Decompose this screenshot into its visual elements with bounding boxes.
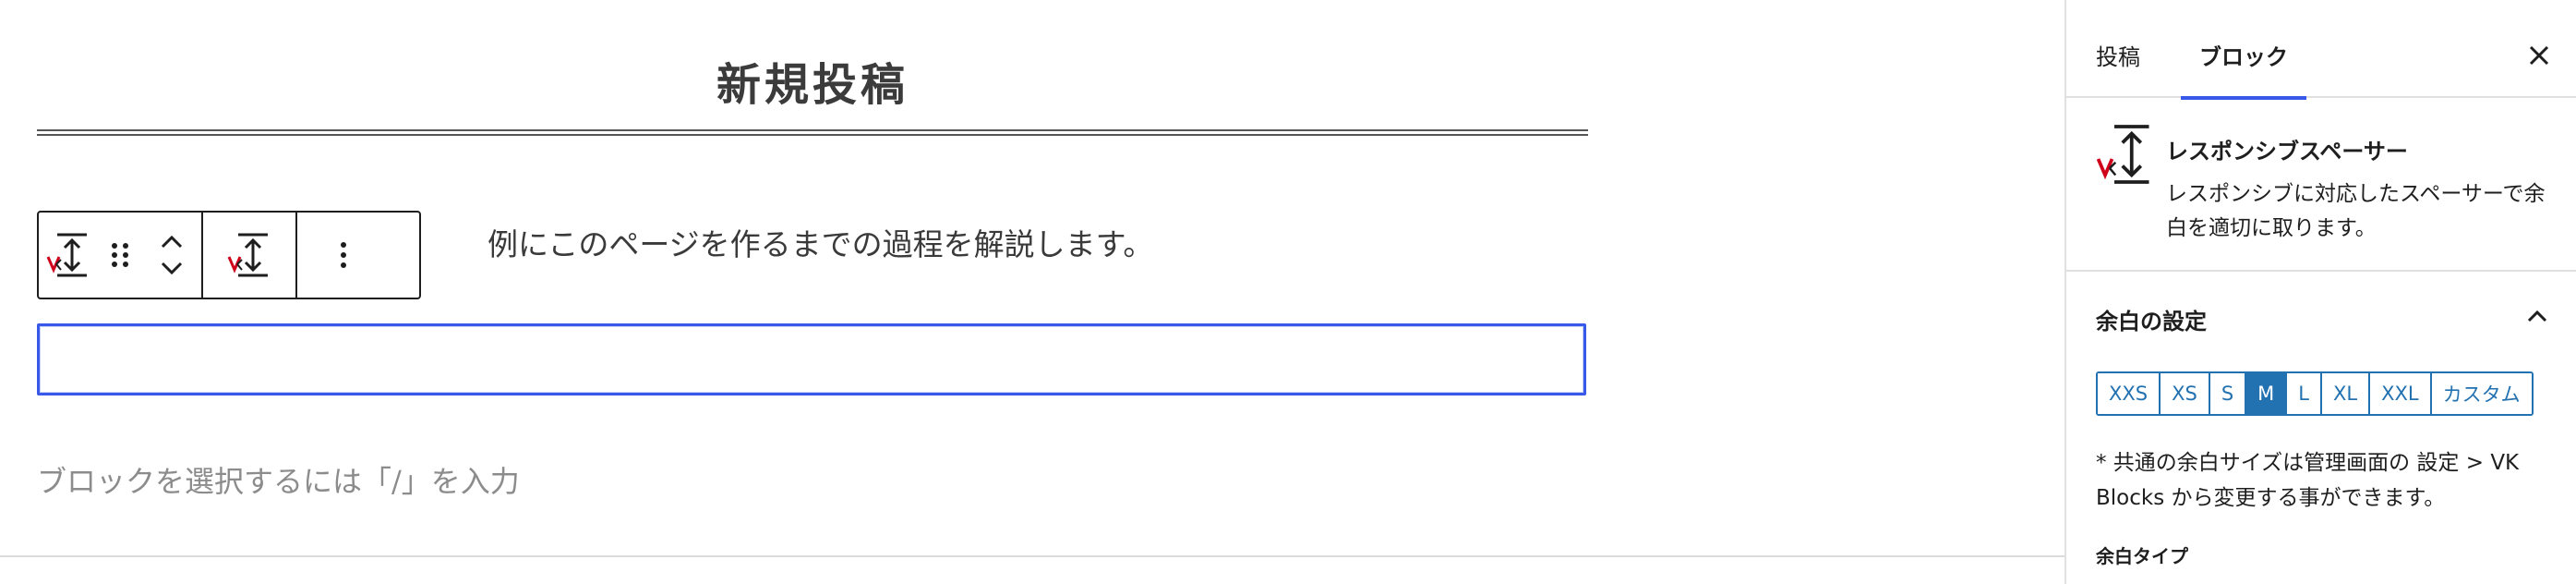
margin-size-button-group: XXS XS S M L XL XXL カスタム [2096, 371, 2534, 416]
toolbar-group-options [295, 213, 390, 298]
more-vertical-icon [341, 242, 346, 268]
settings-sidebar: 投稿 ブロック レスポンシブスペーサー レスポンシブに対応したスペーサーで余白を… [2064, 0, 2576, 584]
block-type-button[interactable] [39, 213, 98, 298]
block-appender-placeholder[interactable]: ブロックを選択するには「/」を入力 [37, 458, 520, 501]
block-options-button[interactable] [297, 213, 390, 298]
responsive-spacer-icon [46, 233, 87, 277]
drag-handle-button[interactable] [98, 213, 142, 298]
size-button-カスタム[interactable]: カスタム [2431, 373, 2532, 414]
drag-handle-icon [112, 243, 128, 267]
editor-bottom-divider [0, 555, 2064, 557]
move-up-down-button[interactable] [142, 213, 201, 298]
transform-button[interactable] [203, 213, 295, 298]
size-button-xxs[interactable]: XXS [2098, 373, 2161, 414]
size-button-l[interactable]: L [2287, 373, 2322, 414]
paragraph-block[interactable]: 例にこのページを作るまでの過程を解説します。 [488, 220, 1153, 264]
margin-settings-toggle[interactable] [2519, 298, 2556, 335]
responsive-spacer-block-selected[interactable] [37, 323, 1586, 395]
block-description: レスポンシブに対応したスペーサーで余白を適切に取ります。 [2166, 182, 2546, 240]
editor-canvas: 新規投稿 例にこのページを作るまでの過程を解説します。 ブロックを選択するには「… [0, 0, 2064, 584]
close-sidebar-button[interactable] [2519, 35, 2559, 76]
size-button-xl[interactable]: XL [2322, 373, 2371, 414]
tab-block[interactable]: ブロック [2181, 11, 2306, 100]
page-title[interactable]: 新規投稿 [37, 48, 1588, 113]
size-button-s[interactable]: S [2209, 373, 2247, 414]
title-double-rule [37, 129, 1588, 136]
block-name: レスポンシブスペーサー [2166, 139, 2408, 164]
size-button-m[interactable]: M [2246, 373, 2288, 414]
chevron-up-icon [2527, 310, 2547, 322]
spacer-type-label: 余白タイプ [2096, 545, 2188, 567]
block-card: レスポンシブスペーサー レスポンシブに対応したスペーサーで余白を適切に取ります。 [2066, 100, 2576, 272]
responsive-spacer-icon [2096, 125, 2149, 184]
sidebar-header: 投稿 ブロック [2066, 11, 2576, 100]
block-toolbar [37, 211, 421, 299]
size-button-xxl[interactable]: XXL [2370, 373, 2432, 414]
close-icon [2529, 45, 2549, 66]
move-up-down-icon [161, 235, 183, 275]
margin-size-note: * 共通の余白サイズは管理画面の 設定 > VK Blocks から変更する事が… [2096, 451, 2520, 510]
size-button-xs[interactable]: XS [2161, 373, 2210, 414]
toolbar-group-block [39, 213, 201, 298]
toolbar-group-transform [201, 213, 295, 298]
margin-settings-title[interactable]: 余白の設定 [2096, 303, 2207, 335]
tab-post[interactable]: 投稿 [2096, 11, 2140, 98]
responsive-spacer-icon [227, 233, 268, 277]
